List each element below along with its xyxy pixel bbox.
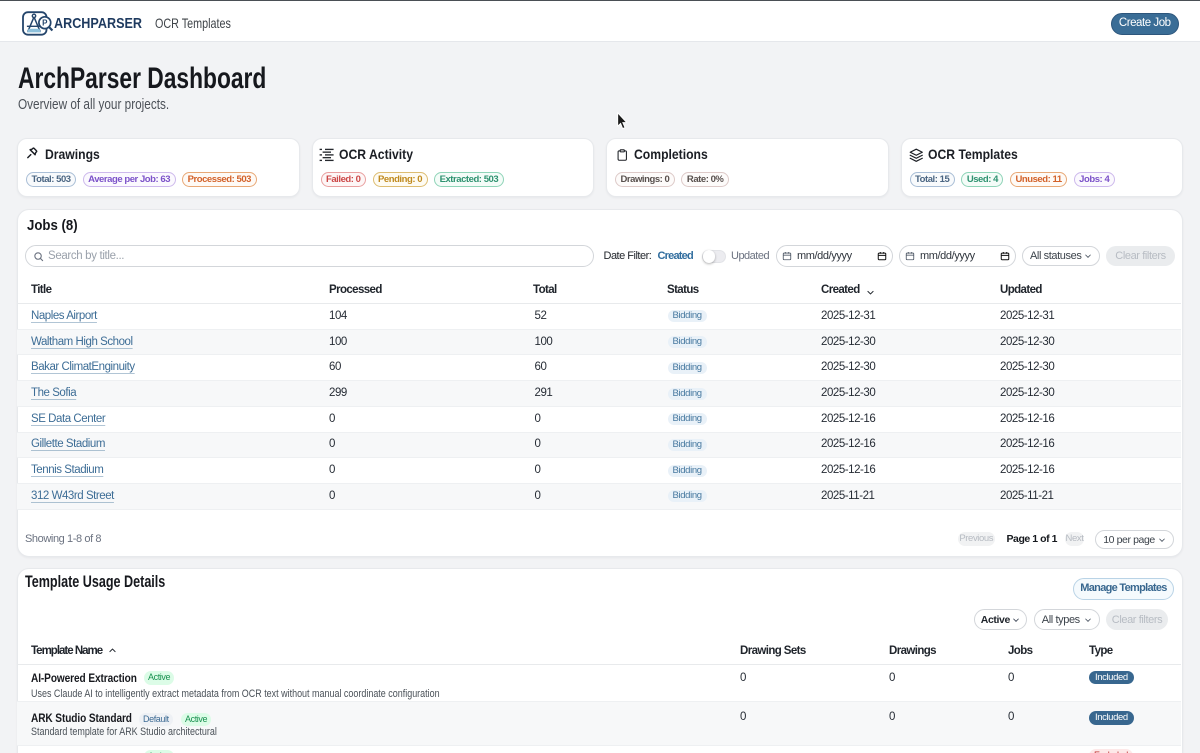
svg-text:P: P: [42, 18, 48, 27]
